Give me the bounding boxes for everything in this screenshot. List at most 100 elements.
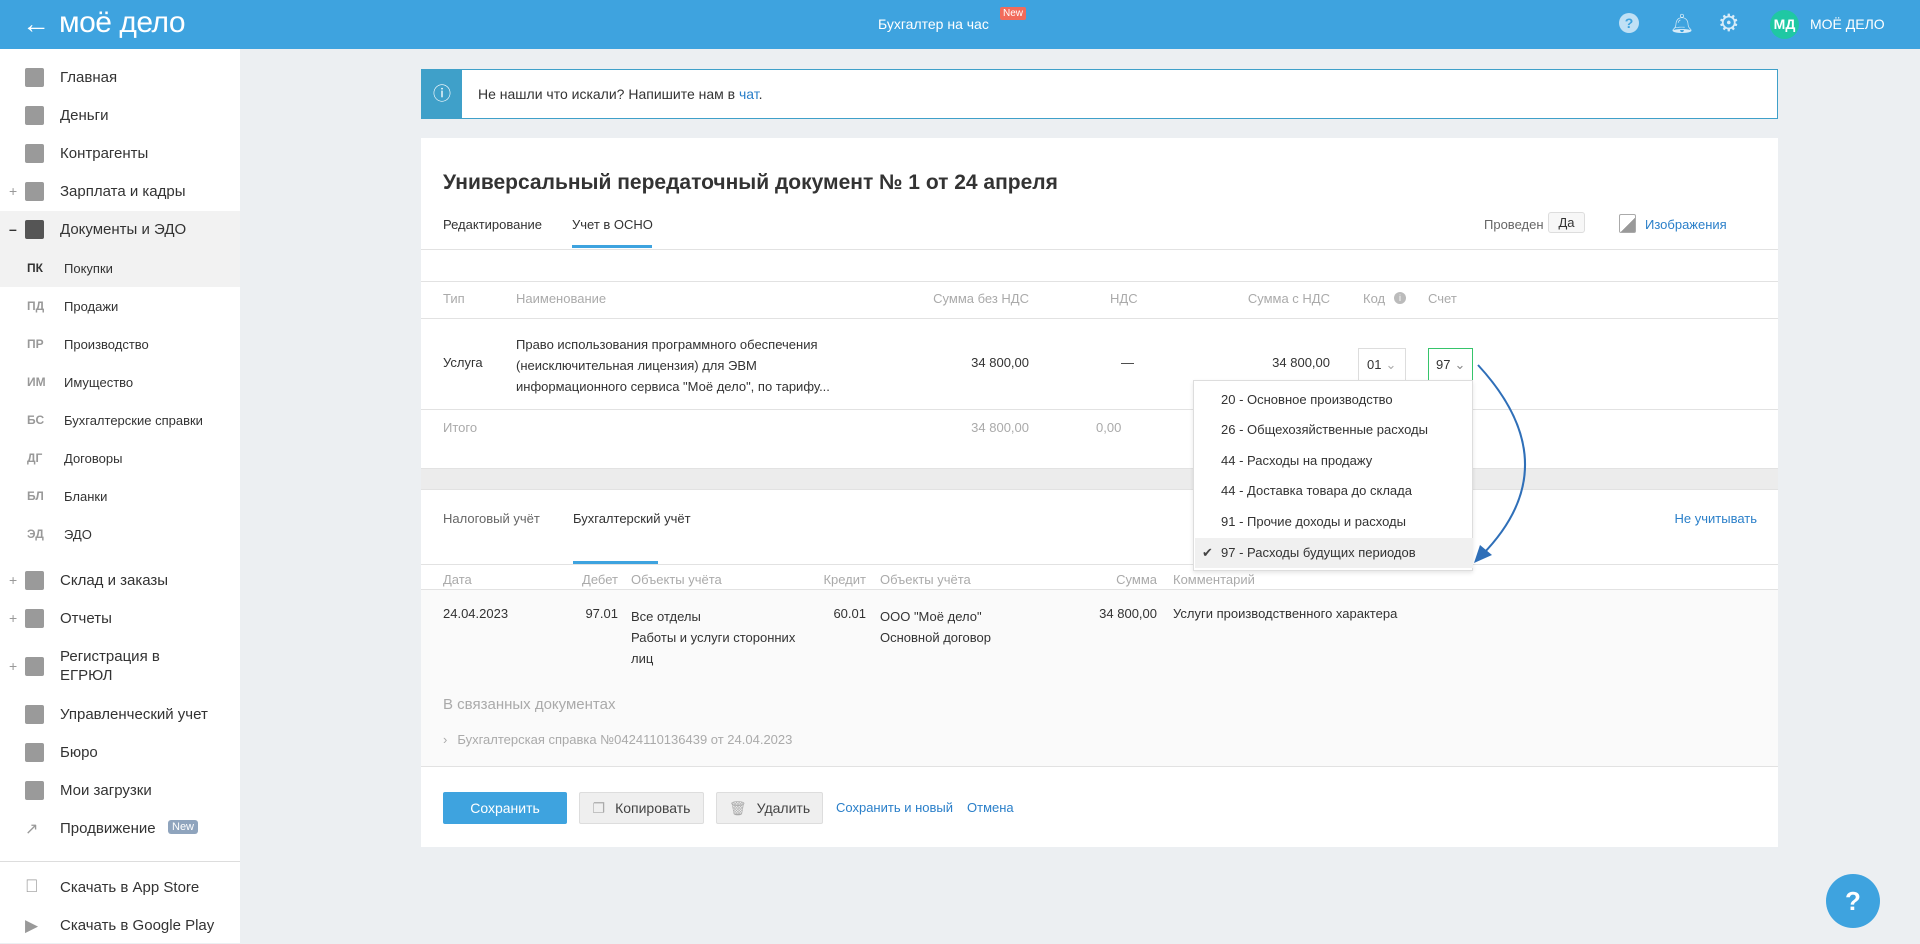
object-line: Все отделы [631, 609, 701, 624]
save-and-new-link[interactable]: Сохранить и новый [836, 800, 953, 815]
sidebar-subitem-statements[interactable]: БС Бухгалтерские справки [0, 401, 240, 439]
expand-icon[interactable]: + [9, 572, 17, 588]
ledger-comment: Услуги производственного характера [1173, 606, 1398, 621]
divider [421, 249, 1778, 250]
expand-icon[interactable]: + [9, 658, 17, 674]
dropdown-option[interactable]: 44 - Расходы на продажу [1195, 446, 1473, 476]
sidebar-item-label: Документы и ЭДО [60, 220, 187, 238]
report-icon [25, 608, 44, 628]
contractors-icon [25, 143, 44, 163]
help-icon[interactable]: ? [1619, 13, 1639, 33]
abbr: ИМ [27, 375, 46, 389]
dropdown-option[interactable]: 26 - Общехозяйственные расходы [1195, 415, 1473, 445]
sidebar-item-salary[interactable]: + Зарплата и кадры [0, 172, 240, 210]
sidebar-subitem-production[interactable]: ПР Производство [0, 325, 240, 363]
related-doc-link[interactable]: › Бухгалтерская справка №0424110136439 от… [443, 732, 792, 747]
dropdown-option[interactable]: 91 - Прочие доходы и расходы [1195, 507, 1473, 537]
expand-icon[interactable]: + [9, 610, 17, 626]
sidebar-subitem-forms[interactable]: БЛ Бланки [0, 477, 240, 515]
col-comment: Комментарий [1173, 572, 1255, 587]
avatar[interactable]: МД [1770, 10, 1799, 39]
dropdown-option[interactable]: 20 - Основное производство [1195, 385, 1473, 415]
cancel-link[interactable]: Отмена [967, 800, 1014, 815]
col-sum-vat: Сумма с НДС [1247, 291, 1330, 306]
images-link[interactable]: Изображения [1645, 217, 1727, 232]
sidebar-item-label: Деньги [60, 106, 109, 124]
sidebar-item-downloads[interactable]: Мои загрузки [0, 771, 240, 809]
sidebar-item-label: Управленческий учет [60, 705, 208, 723]
tab-editing[interactable]: Редактирование [443, 217, 542, 232]
logo[interactable]: моё дело [59, 6, 186, 40]
sidebar-item-bureau[interactable]: Бюро [0, 733, 240, 771]
apple-icon:  [25, 876, 44, 896]
sidebar-subitem-sales[interactable]: ПД Продажи [0, 287, 240, 325]
sidebar-item-money[interactable]: Деньги [0, 96, 240, 134]
copy-button[interactable]: ❐ Копировать [579, 792, 704, 824]
app-store-link[interactable]:  Скачать в App Store [0, 868, 240, 906]
sidebar-item-documents[interactable]: – Документы и ЭДО [0, 210, 240, 248]
copy-label: Копировать [615, 800, 691, 816]
briefcase-icon [25, 742, 44, 762]
name-line: (неисключительная лицензия) для ЭВМ [516, 358, 757, 373]
posted-toggle[interactable]: Да [1548, 212, 1585, 233]
sidebar-subitem-property[interactable]: ИМ Имущество [0, 363, 240, 401]
divider [421, 281, 1778, 282]
registration-icon [25, 656, 44, 676]
divider [421, 318, 1778, 319]
sidebar-item-home[interactable]: Главная [0, 58, 240, 96]
delete-label: Удалить [756, 800, 811, 816]
row-sum-vat: 34 800,00 [1272, 355, 1330, 370]
row-vat[interactable]: — [1121, 355, 1134, 370]
sidebar-item-label: Продажи [64, 298, 119, 314]
total-label: Итого [443, 420, 478, 435]
sidebar-item-warehouse[interactable]: + Склад и заказы [0, 561, 240, 599]
collapse-icon[interactable]: – [9, 221, 17, 237]
sidebar-subitem-contracts[interactable]: ДГ Договоры [0, 439, 240, 477]
expand-icon[interactable]: + [9, 183, 17, 199]
code-select[interactable]: 01 ⌄ [1358, 348, 1406, 381]
play-icon: ▶ [25, 915, 39, 935]
chat-link[interactable]: чат [739, 86, 759, 102]
arrow-curve [1477, 364, 1526, 556]
image-icon[interactable] [1619, 214, 1636, 233]
sidebar-divider [0, 861, 240, 862]
abbr: ПР [27, 337, 44, 351]
sidebar-item-label: ЭДО [64, 526, 92, 542]
sidebar-subitem-purchases[interactable]: ПК Покупки [0, 249, 240, 287]
bell-icon[interactable]: 🔔︎ [1670, 12, 1694, 36]
delete-button[interactable]: 🗑︎ Удалить [716, 792, 823, 824]
org-name[interactable]: МОЁ ДЕЛО [1810, 16, 1885, 32]
back-arrow-icon[interactable]: ← [22, 8, 50, 40]
page-title: Универсальный передаточный документ № 1 … [443, 171, 1058, 194]
row-name[interactable]: Право использования программного обеспеч… [516, 334, 830, 397]
sidebar-item-management[interactable]: Управленческий учет [0, 695, 240, 733]
sidebar-item-promotion[interactable]: ↗ Продвижение New [0, 809, 240, 847]
dropdown-option[interactable]: 44 - Доставка товара до склада [1195, 476, 1473, 506]
name-line: Право использования программного обеспеч… [516, 337, 818, 352]
tab-accounting[interactable]: Бухгалтерский учёт [573, 511, 691, 526]
ledger-debit-objects: Все отделы Работы и услуги сторонних лиц [631, 606, 795, 669]
col-sum: Сумма [1116, 572, 1157, 587]
sidebar-item-label: Контрагенты [60, 144, 149, 162]
dropdown-option-selected[interactable]: 97 - Расходы будущих периодов [1195, 538, 1473, 568]
info-icon[interactable]: i [1394, 292, 1406, 304]
info-end: . [758, 86, 763, 102]
sidebar-item-registration[interactable]: + Регистрация в ЕГРЮЛ [0, 637, 240, 695]
account-value: 97 [1436, 357, 1451, 372]
help-chat-button[interactable]: ? [1826, 874, 1880, 928]
chevron-down-icon: ⌄ [1385, 357, 1397, 372]
save-button[interactable]: Сохранить [443, 792, 567, 824]
sidebar-subitem-edo[interactable]: ЭД ЭДО [0, 515, 240, 553]
col-vat: НДС [1110, 291, 1138, 306]
info-icon: ⓘ [422, 70, 462, 118]
ignore-link[interactable]: Не учитывать [1675, 511, 1758, 526]
ledger-credit: 60.01 [833, 606, 866, 621]
gear-icon[interactable]: ⚙ [1718, 9, 1740, 38]
tab-tax[interactable]: Налоговый учёт [443, 511, 540, 526]
sidebar-item-label: Регистрация в ЕГРЮЛ [60, 648, 160, 684]
accountant-per-hour-link[interactable]: Бухгалтер на час [878, 16, 989, 32]
sidebar-item-contractors[interactable]: Контрагенты [0, 134, 240, 172]
sidebar-item-reports[interactable]: + Отчеты [0, 599, 240, 637]
google-play-link[interactable]: ▶ Скачать в Google Play [0, 906, 240, 944]
tab-osno[interactable]: Учет в ОСНО [572, 217, 653, 232]
